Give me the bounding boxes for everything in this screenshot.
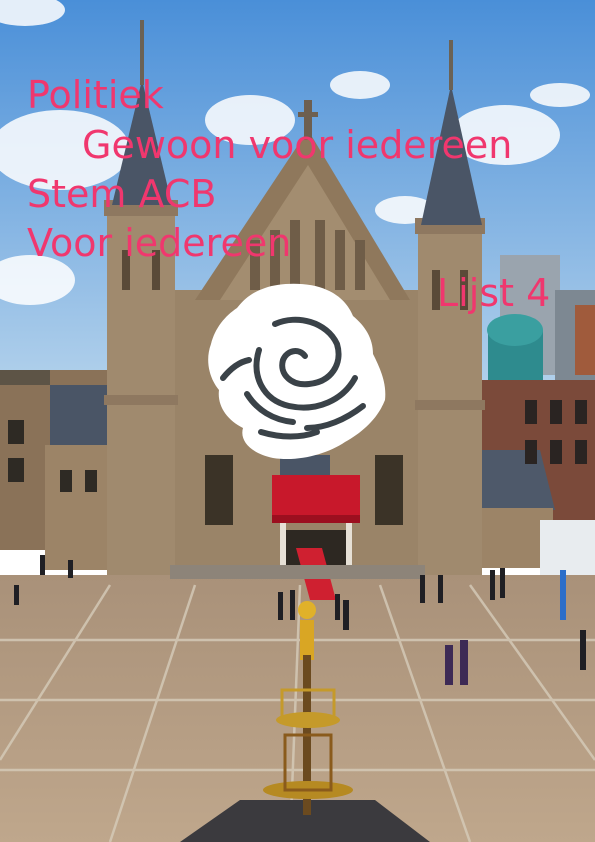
right-wing	[478, 380, 595, 590]
headline-line-1: Politiek	[27, 73, 164, 117]
campaign-poster: Politiek Gewoon voor iedereen Stem ACB V…	[0, 0, 595, 842]
left-wing	[0, 370, 110, 570]
headline-line-3: Stem ACB	[27, 172, 217, 216]
list-number: Lijst 4	[437, 271, 551, 315]
rose-icon	[208, 283, 386, 460]
headline-line-2: Gewoon voor iedereen	[82, 123, 513, 167]
headline-line-4: Voor iedereen	[27, 221, 292, 265]
entrance-canopy	[272, 475, 360, 520]
